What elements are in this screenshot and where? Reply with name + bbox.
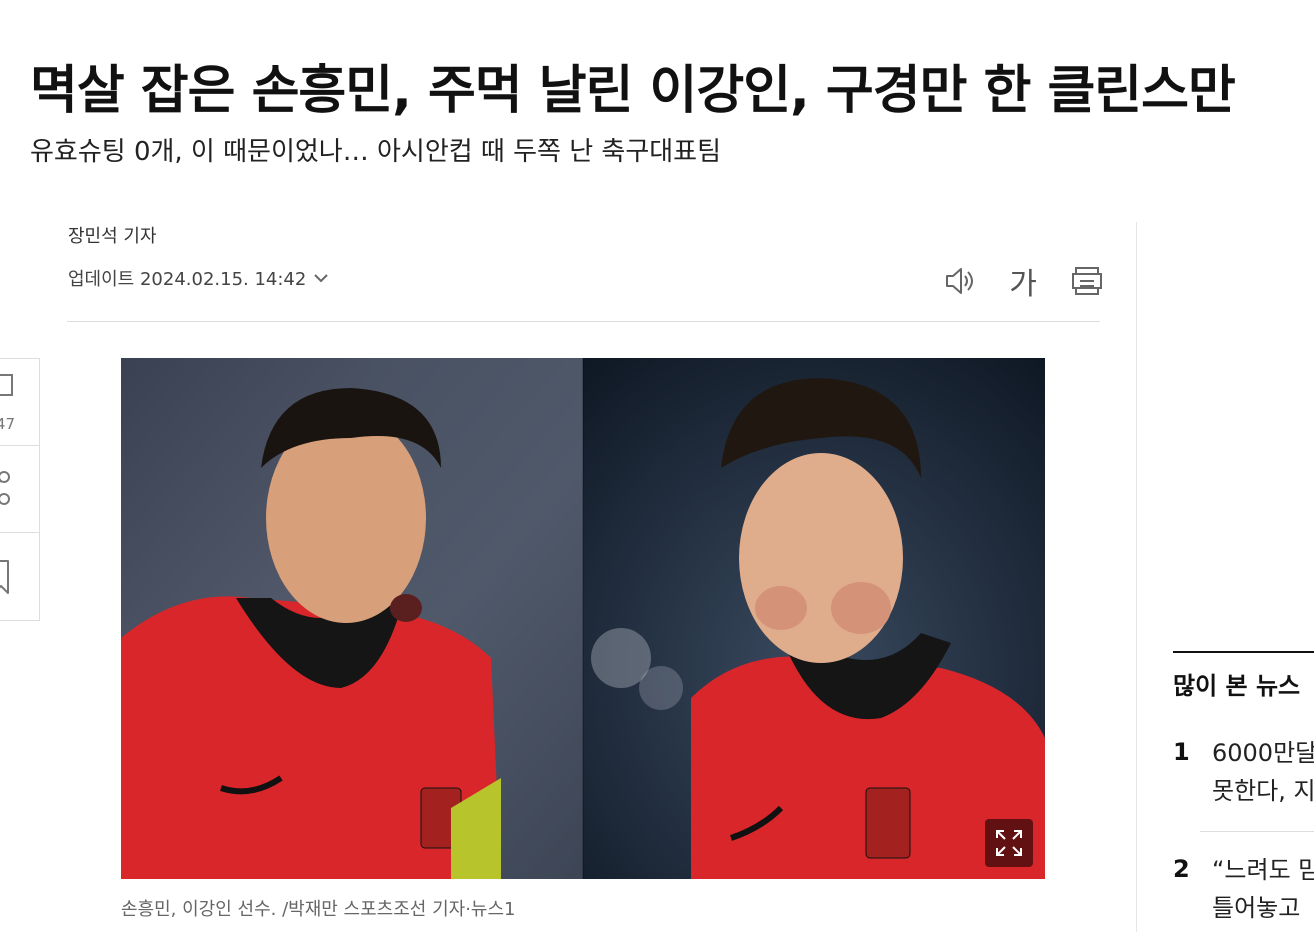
popular-news-headline: “느려도 맘 틀어놓고	[1212, 856, 1314, 922]
share-button[interactable]	[0, 446, 39, 533]
article-tools: 가	[940, 262, 1106, 302]
expand-image-button[interactable]	[985, 819, 1033, 867]
bookmark-button[interactable]	[0, 533, 39, 619]
popular-news-separator	[1200, 831, 1314, 832]
article-headline: 멱살 잡은 손흥민, 주먹 날린 이강인, 구경만 한 클린스만	[30, 60, 1236, 121]
speaker-icon[interactable]	[940, 262, 978, 300]
byline-divider	[67, 321, 1100, 322]
print-icon[interactable]	[1068, 262, 1106, 300]
column-divider	[1136, 222, 1137, 932]
popular-news-rule	[1173, 651, 1314, 653]
expand-icon	[996, 830, 1022, 856]
popular-news-item[interactable]: 1 6000만달 못한다, 지	[1173, 738, 1314, 818]
photo-caption: 손흥민, 이강인 선수. /박재만 스포츠조선 기자·뉴스1	[121, 899, 516, 920]
update-timestamp: 업데이트 2024.02.15. 14:42	[68, 269, 307, 290]
bookmark-icon	[0, 560, 9, 594]
comment-icon	[0, 374, 13, 396]
popular-news-item[interactable]: 2 “느려도 맘 틀어놓고	[1173, 855, 1314, 925]
article-photo[interactable]	[121, 358, 1045, 879]
popular-news-rank: 1	[1173, 738, 1190, 766]
comment-count: 47	[0, 415, 15, 433]
side-action-rail: 47	[0, 358, 40, 621]
comment-button[interactable]: 47	[0, 359, 39, 446]
players-photo	[121, 358, 1045, 879]
popular-news-rank: 2	[1173, 855, 1190, 883]
popular-news-headline: 6000만달 못한다, 지	[1212, 739, 1314, 805]
popular-news-title: 많이 본 뉴스	[1173, 672, 1301, 700]
font-size-icon[interactable]: 가	[1004, 262, 1042, 302]
byline-update[interactable]: 업데이트 2024.02.15. 14:42	[68, 265, 332, 291]
article-subhead: 유효슈팅 0개, 이 때문이었나… 아시안컵 때 두쪽 난 축구대표팀	[30, 137, 722, 167]
share-icon	[0, 471, 10, 505]
chevron-down-icon[interactable]	[310, 267, 332, 289]
byline-author[interactable]: 장민석 기자	[68, 222, 157, 248]
